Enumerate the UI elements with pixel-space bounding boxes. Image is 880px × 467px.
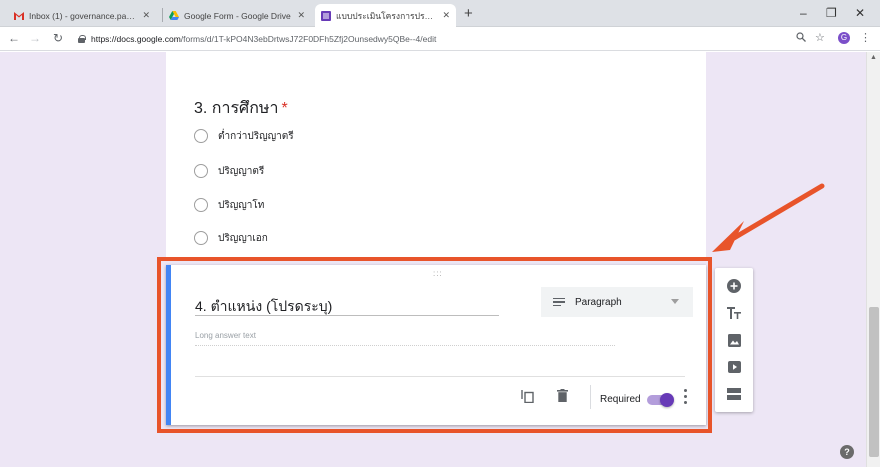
- option-label: ปริญญาโท: [218, 199, 265, 211]
- annotation-highlight-box: [157, 257, 712, 433]
- menu-dots-icon[interactable]: ⋮: [860, 31, 871, 44]
- image-icon[interactable]: [726, 332, 742, 348]
- browser-tab-bar: Inbox (1) - governance.pacc@gm ✕ Google …: [0, 0, 880, 27]
- radio-icon: [194, 198, 208, 212]
- tab-title: Inbox (1) - governance.pacc@gm: [29, 10, 136, 21]
- radio-icon: [194, 129, 208, 143]
- close-window-icon[interactable]: ✕: [855, 6, 865, 20]
- new-tab-button[interactable]: +: [464, 5, 473, 23]
- tab-gmail[interactable]: Inbox (1) - governance.pacc@gm ✕: [8, 4, 156, 27]
- back-icon[interactable]: ←: [8, 31, 20, 45]
- option-label: ปริญญาตรี: [218, 165, 265, 177]
- url-host: https://docs.google.com: [91, 33, 181, 44]
- close-tab-icon[interactable]: ✕: [297, 10, 305, 21]
- forward-icon[interactable]: →: [29, 31, 41, 45]
- option-item: ปริญญาตรี: [194, 163, 264, 179]
- section-icon[interactable]: [726, 386, 742, 402]
- annotation-arrow-icon: [712, 183, 825, 252]
- option-item: ปริญญาโท: [194, 197, 264, 213]
- tab-google-drive[interactable]: Google Form - Google Drive ✕: [163, 4, 311, 27]
- question-toolbar: [715, 268, 753, 412]
- url-field[interactable]: https://docs.google.com/forms/d/1T-kPO4N…: [78, 29, 778, 48]
- video-icon[interactable]: [726, 359, 742, 375]
- restore-icon[interactable]: ❐: [826, 6, 837, 20]
- forms-icon: [321, 10, 331, 21]
- scroll-up-icon[interactable]: ▲: [870, 54, 877, 61]
- bookmark-star-icon[interactable]: ☆: [815, 31, 825, 44]
- radio-icon: [194, 164, 208, 178]
- tab-google-form[interactable]: แบบประเมินโครงการประชุมเชิงปฏิบัติการ ✕: [315, 4, 456, 27]
- lock-icon: [78, 34, 86, 43]
- scroll-thumb[interactable]: [869, 307, 879, 457]
- option-label: ต่ำกว่าปริญญาตรี: [218, 130, 294, 142]
- add-question-icon[interactable]: [726, 278, 742, 294]
- required-asterisk: *: [281, 100, 288, 117]
- scrollbar[interactable]: ▲: [866, 52, 880, 467]
- address-bar-row: ← → ↻ https://docs.google.com/forms/d/1T…: [0, 27, 880, 51]
- title-text-icon[interactable]: [726, 305, 742, 321]
- url-path: /forms/d/1T-kPO4N3ebDrtwsJ72F0DFh5Zfj2Ou…: [180, 33, 437, 44]
- option-item: ปริญญาเอก: [194, 230, 268, 246]
- minimize-icon[interactable]: –: [800, 6, 807, 20]
- avatar[interactable]: G: [838, 32, 850, 44]
- option-label: ปริญญาเอก: [218, 232, 268, 244]
- drive-icon: [169, 10, 179, 21]
- close-tab-icon[interactable]: ✕: [442, 10, 450, 21]
- gmail-icon: [14, 11, 24, 21]
- zoom-icon[interactable]: [796, 32, 806, 45]
- tab-title: แบบประเมินโครงการประชุมเชิงปฏิบัติการ: [336, 10, 436, 21]
- tab-title: Google Form - Google Drive: [184, 10, 291, 21]
- question-title: 3. การศึกษา *: [194, 100, 288, 117]
- option-item: ต่ำกว่าปริญญาตรี: [194, 128, 294, 144]
- reload-icon[interactable]: ↻: [53, 31, 63, 45]
- question-card-3[interactable]: 3. การศึกษา * ต่ำกว่าปริญญาตรี ปริญญาตรี …: [166, 52, 706, 260]
- close-tab-icon[interactable]: ✕: [142, 10, 150, 21]
- radio-icon: [194, 231, 208, 245]
- help-icon[interactable]: ?: [840, 445, 854, 459]
